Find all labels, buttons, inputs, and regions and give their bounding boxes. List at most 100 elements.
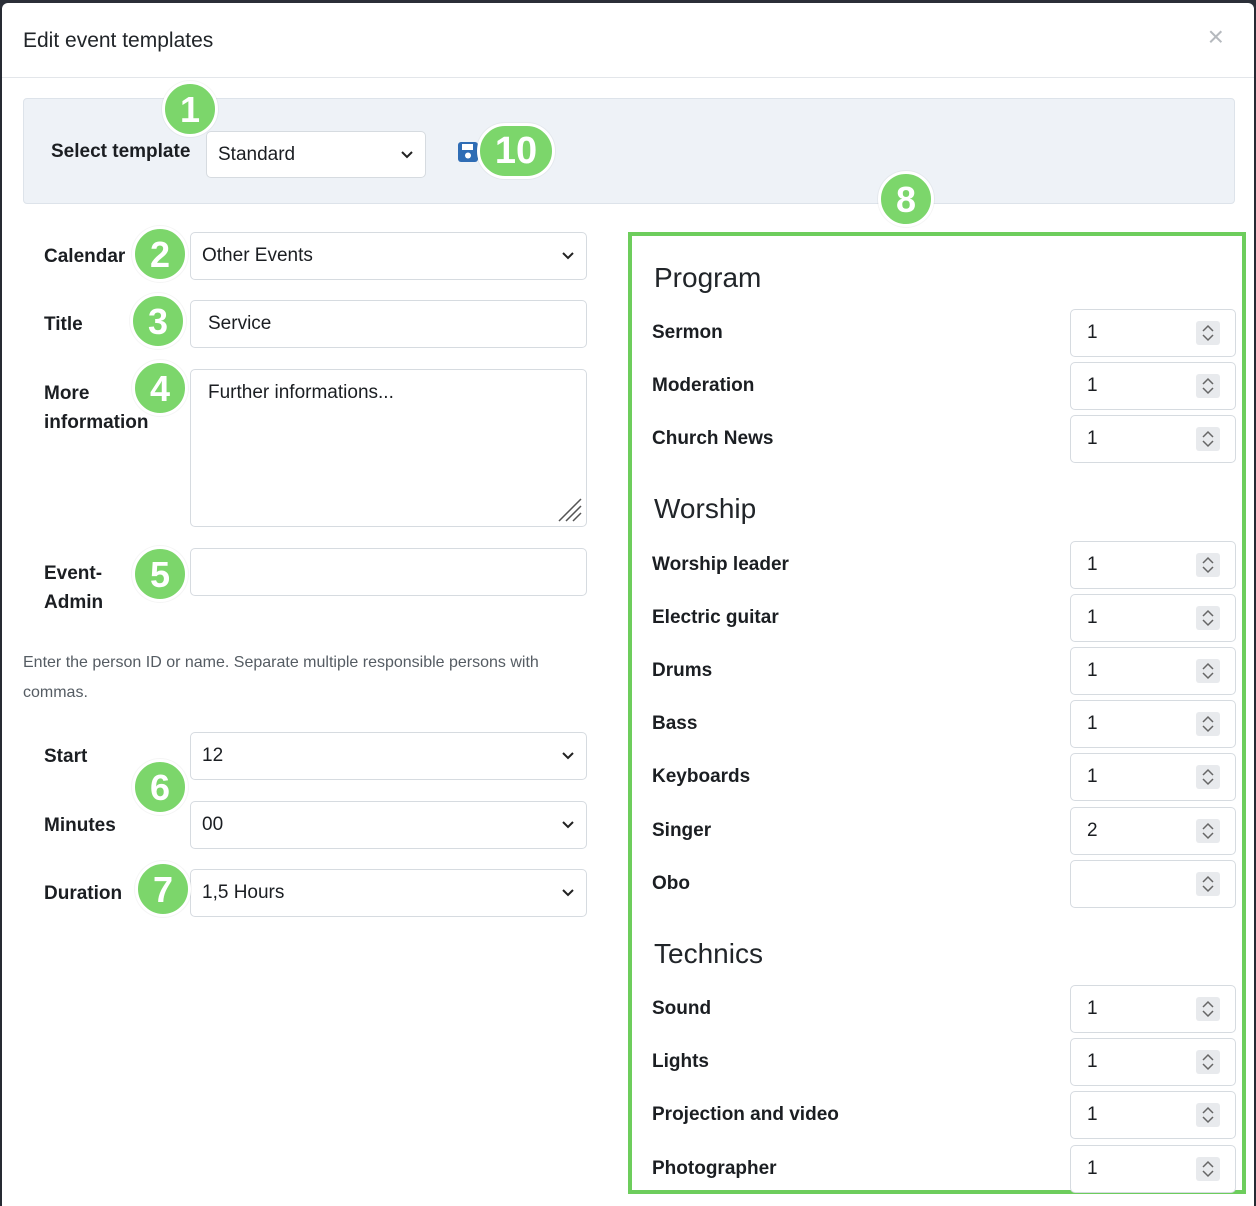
role-label: Electric guitar bbox=[652, 607, 779, 628]
role-count-input[interactable]: 1 bbox=[1070, 362, 1236, 410]
role-count-value: 1 bbox=[1087, 998, 1098, 1019]
role-label: Sound bbox=[652, 998, 712, 1019]
minutes-select[interactable]: 00 bbox=[190, 801, 587, 849]
calendar-select[interactable]: Other Events bbox=[190, 232, 587, 280]
duration-select-value: 1,5 Hours bbox=[202, 882, 285, 903]
calendar-select-value: Other Events bbox=[202, 245, 313, 266]
role-count-value: 1 bbox=[1087, 713, 1098, 734]
spinner-icon[interactable] bbox=[1196, 553, 1220, 577]
edit-templates-modal: Edit event templates × Select template S… bbox=[2, 3, 1254, 1206]
template-select-value: Standard bbox=[218, 143, 296, 165]
role-count-input[interactable]: 1 bbox=[1070, 700, 1236, 748]
role-count-input[interactable]: 1 bbox=[1070, 1091, 1236, 1139]
more-info-label-line2: information bbox=[44, 412, 149, 433]
role-count-value: 1 bbox=[1087, 607, 1098, 628]
section-title-worship: Worship bbox=[654, 493, 757, 524]
annotation-badge: 2 bbox=[132, 226, 188, 282]
annotation-badge: 1 bbox=[162, 81, 218, 137]
role-count-value: 1 bbox=[1087, 428, 1098, 449]
role-count-value: 1 bbox=[1087, 1051, 1098, 1072]
chevron-down-icon bbox=[401, 150, 413, 158]
minutes-label: Minutes bbox=[44, 815, 116, 836]
title-label: Title bbox=[44, 314, 83, 335]
modal-header: Edit event templates × bbox=[2, 3, 1254, 78]
event-admin-label-line1: Event- bbox=[44, 563, 103, 584]
role-count-input[interactable]: 1 bbox=[1070, 985, 1236, 1033]
role-count-input[interactable]: 1 bbox=[1070, 1038, 1236, 1086]
role-label: Church News bbox=[652, 428, 774, 449]
spinner-icon[interactable] bbox=[1196, 997, 1220, 1021]
role-label: Bass bbox=[652, 713, 698, 734]
role-label: Singer bbox=[652, 820, 712, 841]
close-icon[interactable]: × bbox=[1208, 23, 1224, 51]
template-select[interactable]: Standard bbox=[206, 131, 426, 178]
event-admin-label-line2: Admin bbox=[44, 592, 104, 613]
role-label: Projection and video bbox=[652, 1104, 839, 1125]
event-admin-input[interactable] bbox=[190, 548, 587, 596]
annotation-badge: 7 bbox=[135, 861, 191, 917]
spinner-icon[interactable] bbox=[1196, 1157, 1220, 1181]
spinner-icon[interactable] bbox=[1196, 819, 1220, 843]
role-label: Photographer bbox=[652, 1158, 777, 1179]
chevron-down-icon bbox=[562, 752, 574, 760]
resize-handle-icon[interactable] bbox=[557, 497, 583, 523]
spinner-icon[interactable] bbox=[1196, 374, 1220, 398]
role-count-input[interactable]: 2 bbox=[1070, 807, 1236, 855]
more-info-label-line1: More bbox=[44, 383, 90, 404]
save-icon[interactable] bbox=[457, 141, 479, 163]
more-info-value: Further informations... bbox=[208, 382, 394, 403]
role-count-input[interactable]: 1 bbox=[1070, 309, 1236, 357]
role-count-input[interactable] bbox=[1070, 860, 1236, 908]
spinner-icon[interactable] bbox=[1196, 659, 1220, 683]
role-count-input[interactable]: 1 bbox=[1070, 753, 1236, 801]
chevron-down-icon bbox=[562, 252, 574, 260]
role-count-value: 1 bbox=[1087, 375, 1098, 396]
role-label: Lights bbox=[652, 1051, 709, 1072]
duration-label: Duration bbox=[44, 883, 123, 904]
title-input[interactable]: Service bbox=[190, 300, 587, 348]
spinner-icon[interactable] bbox=[1196, 712, 1220, 736]
role-count-value: 1 bbox=[1087, 322, 1098, 343]
start-label: Start bbox=[44, 746, 88, 767]
annotation-badge: 8 bbox=[878, 171, 934, 227]
spinner-icon[interactable] bbox=[1196, 427, 1220, 451]
role-count-input[interactable]: 1 bbox=[1070, 594, 1236, 642]
role-count-input[interactable]: 1 bbox=[1070, 415, 1236, 463]
role-count-value: 1 bbox=[1087, 1158, 1098, 1179]
role-label: Worship leader bbox=[652, 554, 789, 575]
role-count-value: 1 bbox=[1087, 554, 1098, 575]
spinner-icon[interactable] bbox=[1196, 765, 1220, 789]
role-count-value: 1 bbox=[1087, 766, 1098, 787]
select-template-label: Select template bbox=[51, 141, 191, 162]
annotation-badge: 6 bbox=[132, 759, 188, 815]
role-label: Keyboards bbox=[652, 766, 751, 787]
section-title-program: Program bbox=[654, 262, 762, 293]
section-title-technics: Technics bbox=[654, 938, 763, 969]
title-input-value: Service bbox=[208, 313, 272, 334]
role-count-value: 2 bbox=[1087, 820, 1098, 841]
chevron-down-icon bbox=[562, 821, 574, 829]
start-select[interactable]: 12 bbox=[190, 732, 587, 780]
annotation-badge: 10 bbox=[477, 123, 555, 179]
start-select-value: 12 bbox=[202, 745, 224, 766]
duration-select[interactable]: 1,5 Hours bbox=[190, 869, 587, 917]
role-count-input[interactable]: 1 bbox=[1070, 647, 1236, 695]
more-info-textarea[interactable]: Further informations... bbox=[190, 369, 587, 527]
chevron-down-icon bbox=[562, 889, 574, 897]
role-label: Sermon bbox=[652, 322, 723, 343]
annotation-badge: 3 bbox=[130, 293, 186, 349]
spinner-icon[interactable] bbox=[1196, 1103, 1220, 1127]
modal-title: Edit event templates bbox=[23, 29, 214, 52]
spinner-icon[interactable] bbox=[1196, 1050, 1220, 1074]
role-label: Moderation bbox=[652, 375, 755, 396]
role-label: Drums bbox=[652, 660, 713, 681]
annotation-badge: 5 bbox=[132, 546, 188, 602]
spinner-icon[interactable] bbox=[1196, 606, 1220, 630]
role-count-value: 1 bbox=[1087, 660, 1098, 681]
role-count-input[interactable]: 1 bbox=[1070, 541, 1236, 589]
role-count-value: 1 bbox=[1087, 1104, 1098, 1125]
spinner-icon[interactable] bbox=[1196, 872, 1220, 896]
spinner-icon[interactable] bbox=[1196, 321, 1220, 345]
minutes-select-value: 00 bbox=[202, 814, 224, 835]
role-count-input[interactable]: 1 bbox=[1070, 1145, 1236, 1193]
